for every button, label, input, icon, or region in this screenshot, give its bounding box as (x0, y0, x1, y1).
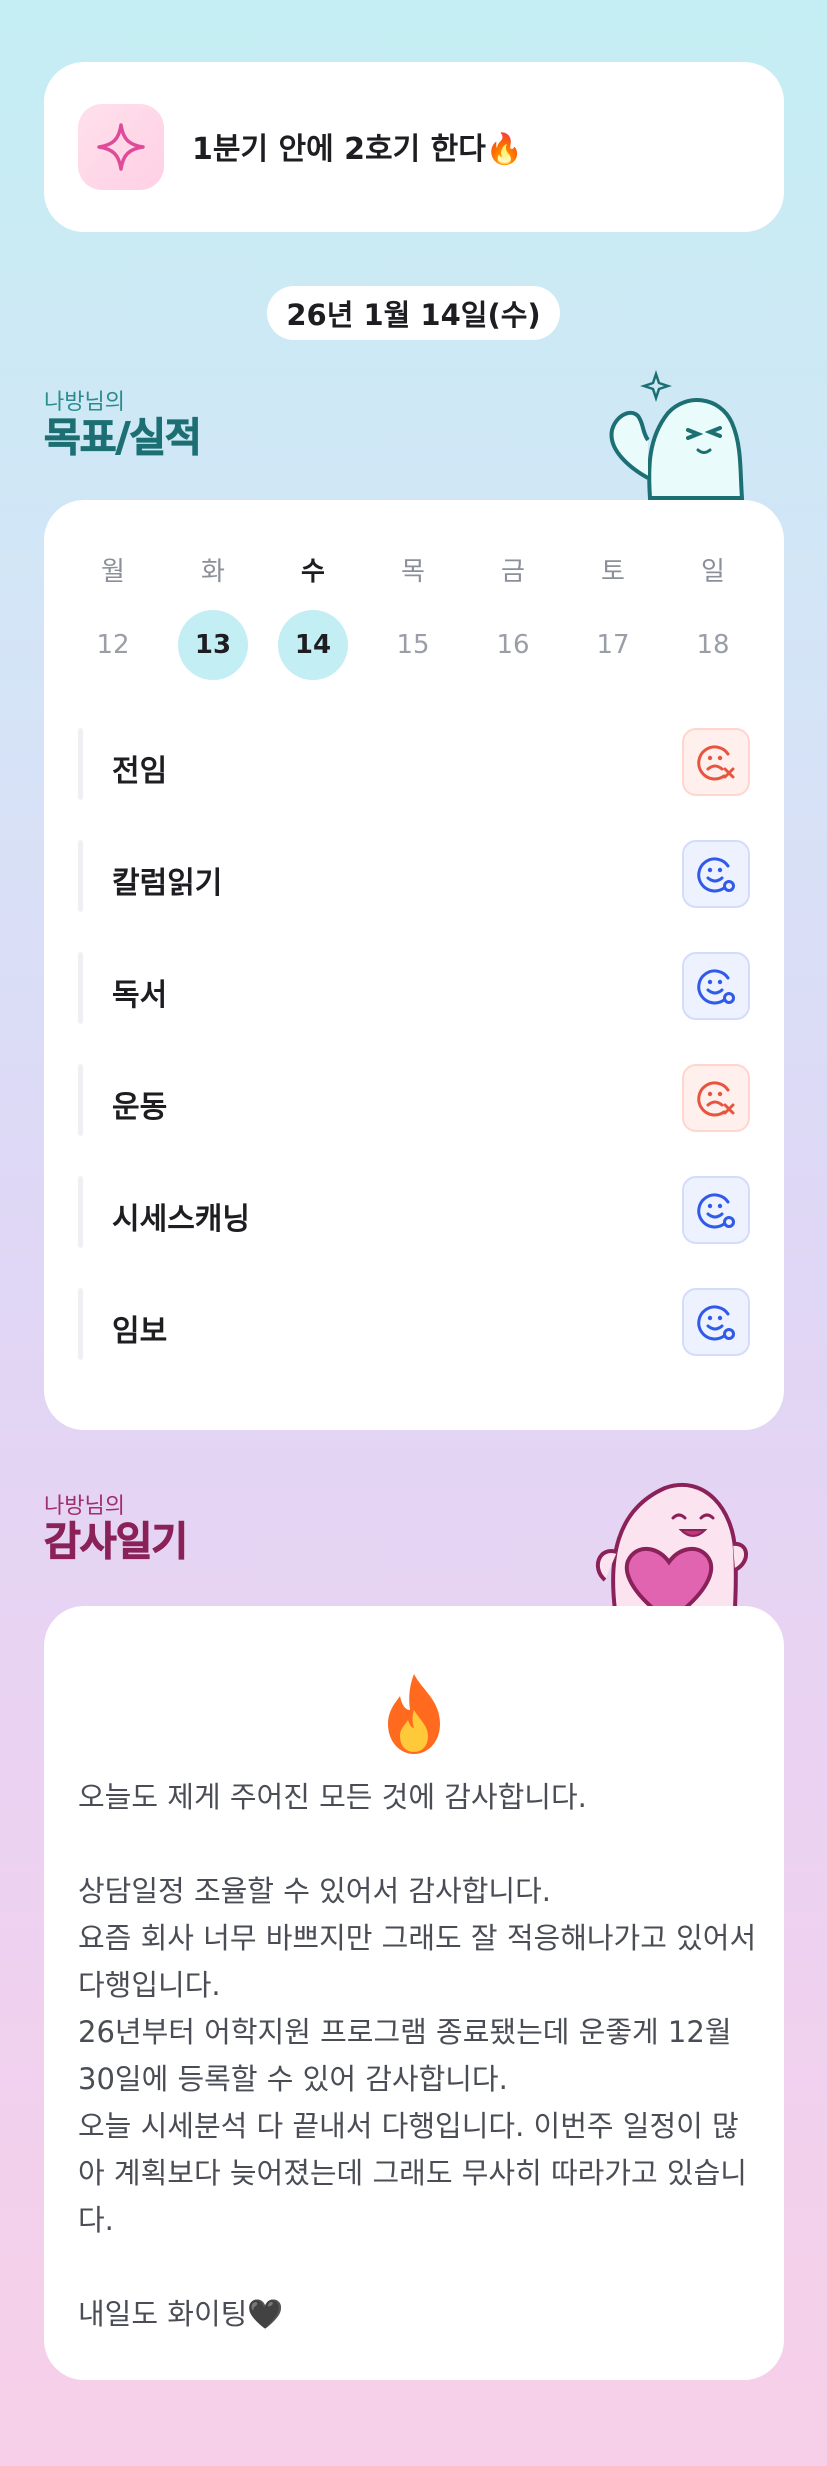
goal-row[interactable]: 임보 (78, 1288, 750, 1360)
goal-row[interactable]: 운동 (78, 1064, 750, 1136)
diary-text: 오늘도 제게 주어진 모든 것에 감사합니다. 상담일정 조율할 수 있어서 감… (78, 1774, 758, 2338)
success-status-icon[interactable] (682, 1288, 750, 1356)
goal-label: 시세스캐닝 (112, 1202, 250, 1237)
day-number: 13 (178, 610, 248, 680)
diary-blank-line (78, 1821, 758, 1868)
row-bar (78, 728, 83, 800)
fail-status-icon[interactable] (682, 1064, 750, 1132)
diary-card: 오늘도 제게 주어진 모든 것에 감사합니다. 상담일정 조율할 수 있어서 감… (44, 1606, 784, 2380)
day-number: 18 (696, 630, 730, 660)
day-tue[interactable]: 화 13 (178, 552, 248, 680)
diary-line: 상담일정 조율할 수 있어서 감사합니다. (78, 1874, 551, 1908)
day-mon[interactable]: 월 12 (78, 552, 148, 680)
date-label[interactable]: 26년 1월 14일(수) (267, 286, 560, 340)
diary-line: 오늘도 제게 주어진 모든 것에 감사합니다. (78, 1780, 587, 1814)
goal-row[interactable]: 독서 (78, 952, 750, 1024)
day-name: 수 (301, 557, 325, 587)
goal-label: 운동 (112, 1090, 168, 1125)
day-name: 금 (501, 557, 525, 587)
diary-line: 내일도 화이팅🖤 (78, 2297, 284, 2331)
success-status-icon[interactable] (682, 952, 750, 1020)
goal-row[interactable]: 시세스캐닝 (78, 1176, 750, 1248)
diary-blank-line (78, 2244, 758, 2291)
day-name: 토 (601, 557, 625, 587)
row-bar (78, 1288, 83, 1360)
day-sun[interactable]: 일 18 (678, 552, 748, 680)
diary-line: 26년부터 어학지원 프로그램 종료됐는데 운좋게 12월 30일에 등록할 수… (78, 2015, 732, 2096)
diary-line: 오늘 시세분석 다 끝내서 다행입니다. 이번주 일정이 많아 계획보다 늦어졌… (78, 2109, 747, 2237)
day-number: 17 (596, 630, 630, 660)
fail-status-icon[interactable] (682, 728, 750, 796)
row-bar (78, 1064, 83, 1136)
day-thu[interactable]: 목 15 (378, 552, 448, 680)
fire-icon (44, 1670, 784, 1762)
day-number: 12 (96, 630, 130, 660)
day-name: 일 (701, 557, 725, 587)
goal-label: 임보 (112, 1314, 168, 1349)
diary-section-title: 감사일기 (43, 1519, 188, 1566)
day-name: 목 (401, 557, 425, 587)
ghost-mascot (590, 368, 750, 507)
goals-card: 월 12 화 13 수 14 목 15 금 16 토 17 일 18 전임 칼럼… (44, 500, 784, 1430)
row-bar (78, 840, 83, 912)
goal-text: 1분기 안에 2호기 한다🔥 (192, 132, 524, 167)
goal-label: 전임 (112, 754, 168, 789)
day-sat[interactable]: 토 17 (578, 552, 648, 680)
day-number: 15 (396, 630, 430, 660)
day-wed[interactable]: 수 14 (278, 552, 348, 680)
heart-mascot (585, 1470, 755, 1614)
day-number: 14 (278, 610, 348, 680)
sparkle-icon (78, 104, 164, 190)
week-selector: 월 12 화 13 수 14 목 15 금 16 토 17 일 18 (78, 552, 783, 702)
diary-line: 요즘 회사 너무 바쁘지만 그래도 잘 적응해나가고 있어서 다행입니다. (78, 1921, 757, 2002)
goal-row[interactable]: 전임 (78, 728, 750, 800)
goal-label: 칼럼읽기 (112, 866, 223, 901)
day-fri[interactable]: 금 16 (478, 552, 548, 680)
goal-label: 독서 (112, 978, 168, 1013)
success-status-icon[interactable] (682, 1176, 750, 1244)
row-bar (78, 1176, 83, 1248)
day-name: 월 (101, 557, 125, 587)
success-status-icon[interactable] (682, 840, 750, 908)
row-bar (78, 952, 83, 1024)
day-name: 화 (201, 557, 225, 587)
goal-row[interactable]: 칼럼읽기 (78, 840, 750, 912)
goal-card[interactable]: 1분기 안에 2호기 한다🔥 (44, 62, 784, 232)
goals-section-title: 목표/실적 (44, 415, 203, 462)
day-number: 16 (496, 630, 530, 660)
